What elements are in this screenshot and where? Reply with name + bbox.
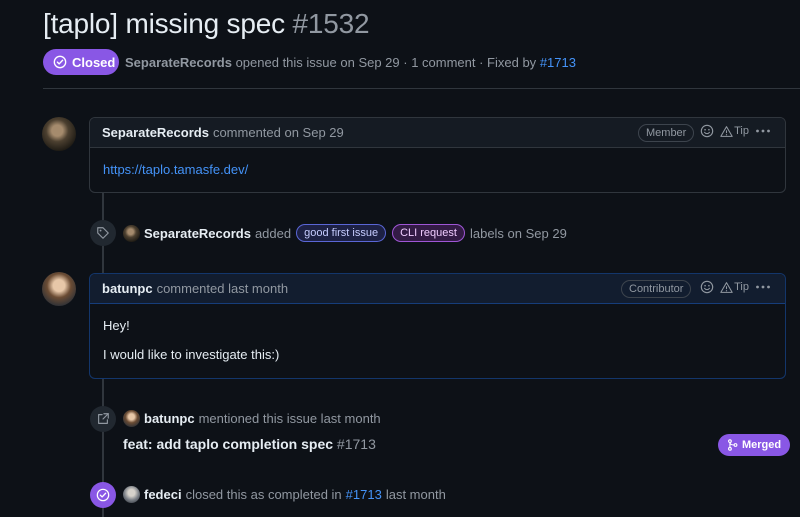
comment-timestamp[interactable]: commented last month xyxy=(157,281,289,296)
event-actor[interactable]: fedeci xyxy=(144,487,182,502)
comment-author[interactable]: SeparateRecords xyxy=(102,125,209,140)
label-cli-request[interactable]: CLI request xyxy=(392,224,465,242)
issue-title: [taplo] missing spec #1532 xyxy=(43,8,370,40)
comment-card: batunpc commented last month Contributor… xyxy=(89,273,786,379)
warning-icon xyxy=(720,125,733,137)
closed-check-icon xyxy=(53,55,67,69)
closed-event-icon xyxy=(90,482,116,508)
smiley-icon[interactable] xyxy=(700,124,714,138)
event-text: mentioned this issue last month xyxy=(198,411,381,426)
status-label: Closed xyxy=(72,54,116,70)
referenced-pr-title[interactable]: feat: add taplo completion spec xyxy=(123,436,333,452)
comment-paragraph: Hey! xyxy=(103,318,130,333)
referenced-pr-number[interactable]: #1713 xyxy=(337,436,376,452)
issue-meta: SeparateRecords opened this issue on Sep… xyxy=(125,55,576,70)
comment-header: SeparateRecords commented on Sep 29 Memb… xyxy=(90,118,785,148)
event-text: closed this as completed in xyxy=(185,487,342,502)
referenced-pr[interactable]: feat: add taplo completion spec #1713 xyxy=(123,436,376,452)
header-divider xyxy=(43,88,800,89)
comment-body: https://taplo.tamasfe.dev/ xyxy=(90,148,785,191)
tip-button[interactable]: Tip xyxy=(720,125,749,138)
event-actor[interactable]: SeparateRecords xyxy=(144,226,251,241)
issue-title-text: [taplo] missing spec xyxy=(43,8,285,39)
cross-reference-icon xyxy=(98,413,109,424)
comment-body: Hey! I would like to investigate this:) xyxy=(90,304,785,378)
close-ref-link[interactable]: #1713 xyxy=(346,487,382,502)
avatar[interactable] xyxy=(123,410,140,427)
close-event: fedeci closed this as completed in #1713… xyxy=(123,486,446,503)
label-good-first-issue[interactable]: good first issue xyxy=(296,224,387,242)
merged-label: Merged xyxy=(742,439,782,451)
tip-label: Tip xyxy=(734,281,749,293)
smiley-icon[interactable] xyxy=(700,280,714,294)
comment-actions: Tip xyxy=(700,280,771,294)
issue-opened-text: opened this issue on Sep 29 · 1 comment … xyxy=(235,55,537,70)
avatar[interactable] xyxy=(42,117,76,151)
comment-actions: Tip xyxy=(700,124,771,138)
issue-number: #1532 xyxy=(292,8,370,39)
event-verb: added xyxy=(254,225,292,241)
avatar[interactable] xyxy=(123,486,140,503)
tag-event-icon xyxy=(90,220,116,246)
kebab-menu-icon[interactable] xyxy=(755,124,771,138)
event-actor[interactable]: batunpc xyxy=(144,411,195,426)
event-suffix: labels on Sep 29 xyxy=(469,225,567,241)
cross-reference-event-icon xyxy=(90,406,116,432)
git-merge-icon xyxy=(727,439,738,451)
mention-event: batunpc mentioned this issue last month xyxy=(123,410,381,427)
status-badge: Closed xyxy=(43,49,119,75)
role-badge: Member xyxy=(638,124,695,142)
tag-icon xyxy=(97,227,109,239)
tip-button[interactable]: Tip xyxy=(720,281,749,294)
comment-link[interactable]: https://taplo.tamasfe.dev/ xyxy=(103,162,248,177)
comment-card: SeparateRecords commented on Sep 29 Memb… xyxy=(89,117,786,193)
role-badge: Contributor xyxy=(621,280,692,298)
comment-header: batunpc commented last month Contributor… xyxy=(90,274,785,304)
issue-author-link[interactable]: SeparateRecords xyxy=(125,55,232,70)
tip-label: Tip xyxy=(734,125,749,137)
fixed-by-link[interactable]: #1713 xyxy=(540,55,576,70)
label-event: SeparateRecords added good first issue C… xyxy=(123,224,567,242)
comment-paragraph: I would like to investigate this:) xyxy=(103,347,280,362)
event-suffix: last month xyxy=(385,487,446,502)
check-circle-icon xyxy=(96,488,110,502)
warning-icon xyxy=(720,281,733,293)
avatar[interactable] xyxy=(123,224,140,242)
comment-author[interactable]: batunpc xyxy=(102,281,153,296)
avatar[interactable] xyxy=(42,272,76,306)
merged-badge: Merged xyxy=(718,434,791,456)
comment-timestamp[interactable]: commented on Sep 29 xyxy=(213,125,344,140)
kebab-menu-icon[interactable] xyxy=(755,280,771,294)
